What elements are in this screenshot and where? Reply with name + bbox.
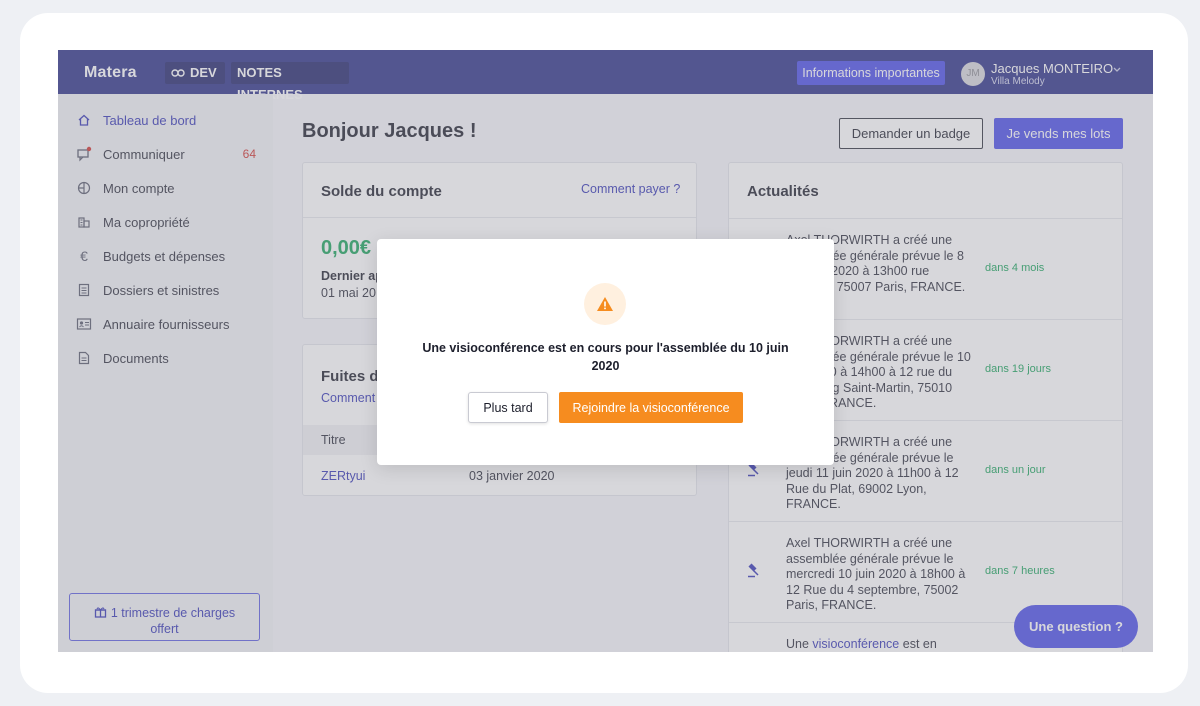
visio-modal: Une visioconférence est en cours pour l'… [377,239,834,465]
modal-message: Une visioconférence est en cours pour l'… [422,341,789,373]
join-visio-button[interactable]: Rejoindre la visioconférence [559,392,743,423]
warning-icon [584,283,626,325]
app: Matera DEV NOTES INTERNES Informations i… [58,50,1153,652]
later-button[interactable]: Plus tard [468,392,548,423]
